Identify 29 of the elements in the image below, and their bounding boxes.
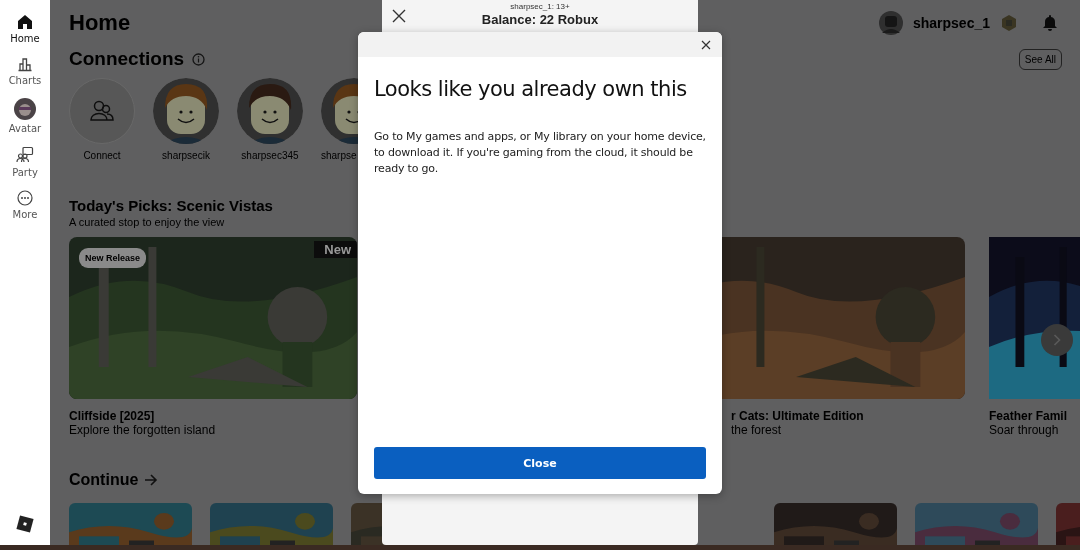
game-description: Explore the forgotten island <box>69 423 217 437</box>
balance-label: Balance: 22 Robux <box>481 12 599 27</box>
game-title[interactable]: r Cats: Ultimate Edition <box>731 409 965 423</box>
nav-item[interactable]: Avatar <box>8 98 42 134</box>
section-title[interactable]: Continue <box>69 471 139 489</box>
nav-item[interactable]: Home <box>10 14 40 44</box>
dialog-message: Go to My games and apps, or My library on your home device, to download it. If you're gaming from the cloud, it should be ready to go. <box>374 129 706 177</box>
friend-name[interactable]: sharpse <box>321 150 357 161</box>
account-label: sharpsec_1: 13+ <box>510 2 570 11</box>
nav-item[interactable]: Party <box>12 146 38 178</box>
username[interactable]: sharpsec_1 <box>912 15 990 31</box>
new-release-badge: New Release <box>79 248 147 268</box>
game-description: the forest <box>731 423 783 437</box>
game-description: Soar through <box>989 423 1060 437</box>
section-subtitle: A curated stop to enjoy the view <box>69 216 226 228</box>
see-all-button[interactable]: See All <box>1018 48 1062 70</box>
friend-name[interactable]: Connect <box>83 150 121 161</box>
section-title: Connections <box>69 48 185 70</box>
page-title: Home <box>69 10 131 36</box>
close-button[interactable]: Close <box>374 447 706 479</box>
game-title[interactable]: Cliffside [2025] <box>69 409 357 423</box>
friend-name[interactable]: sharpsec345 <box>241 150 299 161</box>
dialog-title: Looks like you already own this <box>374 77 688 101</box>
friend-name[interactable]: sharpsecik <box>162 150 210 161</box>
nav-item[interactable]: Charts <box>8 56 42 86</box>
section-title: Today's Picks: Scenic Vistas <box>69 197 274 214</box>
game-title[interactable]: Feather Famil <box>989 409 1080 423</box>
nav-item[interactable]: More <box>12 190 38 220</box>
new-tag: New <box>314 241 357 258</box>
